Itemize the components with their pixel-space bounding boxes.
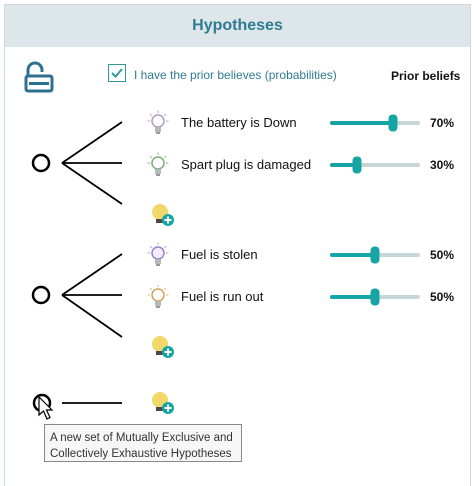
hypothesis-label[interactable]: Spart plug is damaged [181,157,311,172]
unlock-icon[interactable] [20,58,58,96]
group-node-1[interactable] [31,153,51,173]
hypothesis-label[interactable]: Fuel is stolen [181,247,258,262]
group-node-2[interactable] [31,285,51,305]
prior-percent: 70% [430,116,455,130]
prior-percent: 50% [430,290,455,304]
prior-slider[interactable] [329,288,421,306]
mouse-cursor-icon [38,396,54,420]
bulb-icon-green [147,152,169,176]
prior-checkbox-label[interactable]: I have the prior believes (probabilities… [134,68,337,82]
tooltip-line-1: A new set of Mutually Exclusive and [50,432,233,444]
panel-header: Hypotheses [5,5,470,47]
checkmark-icon [111,68,123,78]
add-hypothesis-icon[interactable] [150,390,176,416]
prior-percent: 50% [430,248,455,262]
prior-slider[interactable] [329,156,421,174]
add-hypothesis-icon[interactable] [150,334,176,360]
prior-slider[interactable] [329,114,421,132]
bulb-icon-orange [147,284,169,308]
bulb-icon-purple [147,242,169,266]
prior-percent: 30% [430,158,455,172]
bulb-icon-purple [147,110,169,134]
panel-title: Hypotheses [192,17,283,34]
hypothesis-label[interactable]: Fuel is run out [181,289,263,304]
prior-checkbox[interactable] [108,64,126,82]
hypothesis-label[interactable]: The battery is Down [181,115,297,130]
prior-slider[interactable] [329,246,421,264]
tooltip-line-2: Collectively Exhaustive Hypotheses [50,448,232,460]
add-hypothesis-icon[interactable] [150,202,176,228]
prior-beliefs-heading: Prior beliefs [391,69,461,83]
new-set-tooltip: A new set of Mutually Exclusive and Coll… [44,424,242,462]
